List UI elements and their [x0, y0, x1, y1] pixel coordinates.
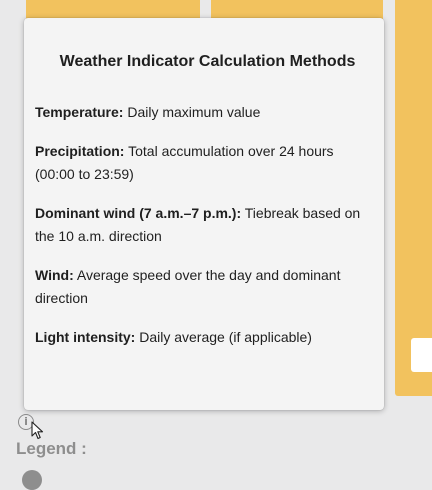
method-temperature: Temperature: Daily maximum value [35, 101, 374, 124]
tooltip-title: Weather Indicator Calculation Methods [59, 53, 356, 70]
method-term: Wind: [35, 267, 74, 283]
method-term: Dominant wind (7 a.m.–7 p.m.): [35, 205, 242, 221]
calculation-methods-tooltip: Weather Indicator Calculation Methods Te… [24, 18, 384, 410]
method-description: Daily average (if applicable) [135, 329, 312, 345]
method-description: Average speed over the day and dominant … [35, 267, 341, 306]
card-input-field[interactable] [411, 338, 432, 372]
method-term: Light intensity: [35, 329, 136, 345]
method-term: Temperature: [35, 104, 124, 120]
method-description: Daily maximum value [123, 104, 261, 120]
method-precipitation: Precipitation: Total accumulation over 2… [35, 140, 374, 186]
weather-card-right [395, 0, 432, 396]
pointer-cursor-icon [31, 421, 44, 440]
legend-marker [22, 470, 42, 490]
legend-label: Legend : [16, 439, 87, 458]
method-term: Precipitation: [35, 143, 125, 159]
method-wind: Wind: Average speed over the day and dom… [35, 264, 374, 310]
method-light-intensity: Light intensity: Daily average (if appli… [35, 326, 374, 349]
method-dominant-wind: Dominant wind (7 a.m.–7 p.m.): Tiebreak … [35, 202, 374, 248]
